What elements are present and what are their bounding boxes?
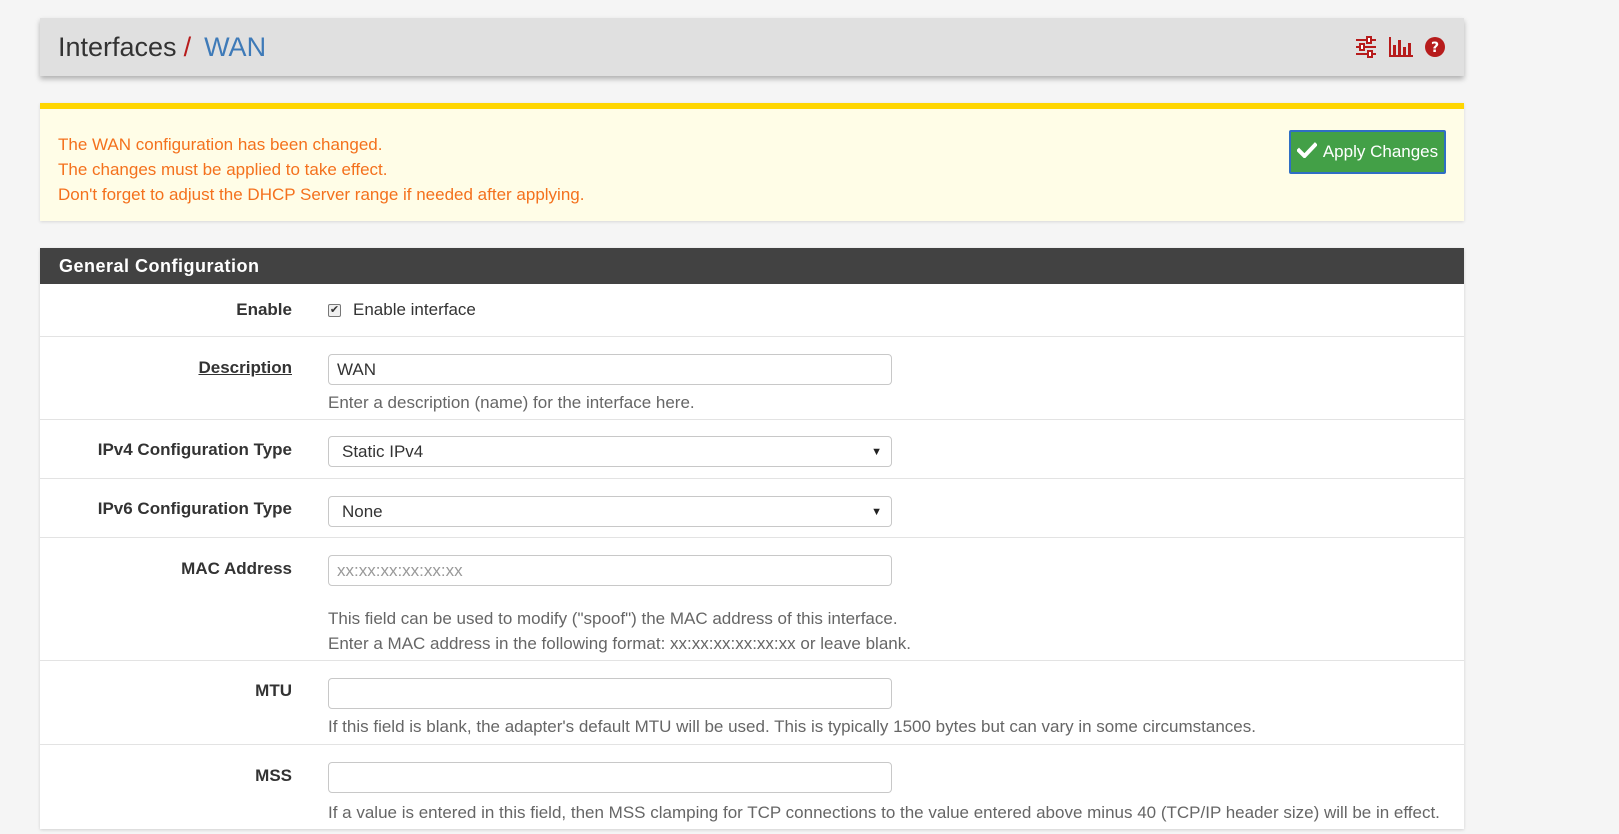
- alert-line: The WAN configuration has been changed.: [58, 135, 383, 154]
- check-icon: [1296, 141, 1318, 163]
- alert-line: The changes must be applied to take effe…: [58, 160, 388, 179]
- svg-text:?: ?: [1431, 40, 1439, 56]
- dropdown-arrow-icon: ▼: [871, 446, 882, 458]
- description-label[interactable]: Description: [40, 354, 302, 419]
- mtu-help: If this field is blank, the adapter's de…: [328, 717, 1256, 736]
- ipv6-type-select[interactable]: None ▼: [328, 496, 892, 527]
- mac-address-input[interactable]: xx:xx:xx:xx:xx:xx: [328, 555, 892, 586]
- breadcrumb-wan[interactable]: WAN: [204, 32, 266, 63]
- enable-row: Enable ✔ Enable interface: [40, 284, 1464, 337]
- ipv6-type-value: None: [342, 501, 383, 521]
- mtu-input[interactable]: [328, 678, 892, 709]
- header-icons: ?: [1354, 36, 1446, 58]
- page: Interfaces / WAN ? The WAN configuration…: [40, 18, 1464, 829]
- ipv4-type-label: IPv4 Configuration Type: [97, 440, 292, 459]
- panel-title: General Configuration: [40, 248, 1464, 284]
- apply-changes-button[interactable]: Apply Changes: [1289, 130, 1446, 174]
- alert-line: Don't forget to adjust the DHCP Server r…: [58, 185, 585, 204]
- mss-input[interactable]: [328, 762, 892, 793]
- changes-alert: The WAN configuration has been changed. …: [40, 103, 1464, 221]
- bar-chart-icon[interactable]: [1388, 36, 1414, 58]
- mss-help: If a value is entered in this field, the…: [328, 803, 1440, 822]
- ipv6-type-label: IPv6 Configuration Type: [97, 499, 292, 518]
- mac-address-help: This field can be used to modify ("spoof…: [328, 609, 898, 628]
- mtu-row: MTU If this field is blank, the adapter'…: [40, 661, 1464, 745]
- enable-interface-control[interactable]: ✔ Enable interface: [328, 300, 1464, 320]
- mss-label: MSS: [255, 766, 292, 785]
- help-icon[interactable]: ?: [1424, 36, 1446, 58]
- page-header: Interfaces / WAN ?: [40, 18, 1464, 76]
- general-configuration-panel: General Configuration Enable ✔ Enable in…: [40, 248, 1464, 829]
- ipv4-type-select[interactable]: Static IPv4 ▼: [328, 436, 892, 467]
- description-row: Description WAN Enter a description (nam…: [40, 337, 1464, 420]
- breadcrumb-interfaces[interactable]: Interfaces: [58, 32, 177, 63]
- apply-changes-label: Apply Changes: [1322, 142, 1439, 161]
- enable-label: Enable: [236, 300, 292, 319]
- description-help: Enter a description (name) for the inter…: [328, 393, 695, 412]
- mac-address-label: MAC Address: [181, 559, 292, 578]
- breadcrumb-separator: /: [183, 31, 192, 62]
- ipv4-type-value: Static IPv4: [342, 441, 424, 461]
- mtu-label: MTU: [255, 681, 292, 700]
- sliders-icon[interactable]: [1354, 36, 1378, 58]
- dropdown-arrow-icon: ▼: [871, 506, 882, 518]
- ipv6-type-row: IPv6 Configuration Type None ▼: [40, 479, 1464, 538]
- mss-row: MSS If a value is entered in this field,…: [40, 745, 1464, 829]
- ipv4-type-row: IPv4 Configuration Type Static IPv4 ▼: [40, 420, 1464, 479]
- description-input[interactable]: WAN: [328, 354, 892, 385]
- mac-address-format-help: Enter a MAC address in the following for…: [328, 634, 911, 653]
- breadcrumb: Interfaces / WAN: [58, 32, 266, 63]
- mac-address-row: MAC Address xx:xx:xx:xx:xx:xx This field…: [40, 538, 1464, 661]
- enable-checkbox[interactable]: ✔: [328, 303, 341, 317]
- enable-checkbox-label: Enable interface: [353, 300, 476, 319]
